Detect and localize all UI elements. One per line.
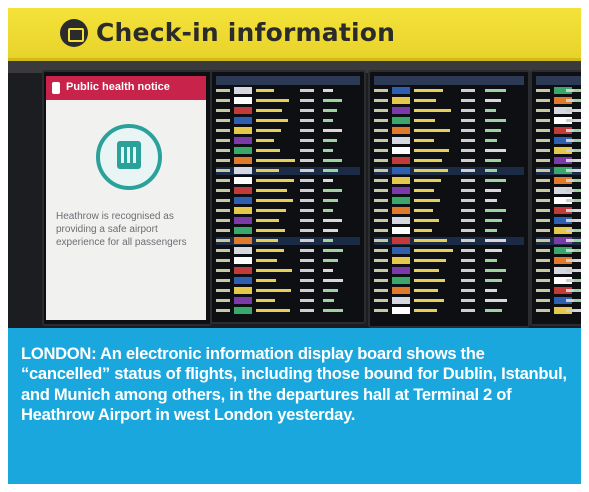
flight-row: [536, 127, 581, 135]
info-icon: [52, 82, 60, 94]
flight-row: [216, 207, 360, 215]
flight-row: [216, 127, 360, 135]
flight-row: [216, 227, 360, 235]
notice-body: Heathrow is recognised as providing a sa…: [56, 211, 187, 248]
flight-row: [536, 217, 581, 225]
flight-row: [216, 117, 360, 125]
caption-text: LONDON: An electronic information displa…: [21, 344, 567, 425]
flight-row: [374, 127, 524, 135]
flight-row: [536, 247, 581, 255]
flight-row: [374, 257, 524, 265]
flight-row: [216, 147, 360, 155]
flight-row: [374, 277, 524, 285]
flight-row: [374, 197, 524, 205]
notice-monitor: Public health notice Heathrow is recogni…: [42, 70, 212, 326]
departures-board-3: [530, 70, 581, 326]
flight-row: [536, 97, 581, 105]
flight-row: [216, 237, 360, 245]
board-rows: [216, 76, 360, 318]
safety-seal-icon: [96, 124, 162, 190]
flight-row: [536, 277, 581, 285]
flight-row: [536, 257, 581, 265]
flight-row: [216, 247, 360, 255]
flight-row: [216, 167, 360, 175]
flight-row: [216, 307, 360, 315]
flight-row: [216, 137, 360, 145]
flight-row: [374, 87, 524, 95]
flight-row: [374, 177, 524, 185]
board-rows: [536, 76, 581, 320]
flight-row: [536, 167, 581, 175]
flight-row: [374, 137, 524, 145]
flight-row: [216, 297, 360, 305]
flight-row: [536, 87, 581, 95]
flight-row: [536, 137, 581, 145]
flight-row: [374, 167, 524, 175]
flight-row: [536, 237, 581, 245]
flight-row: [216, 217, 360, 225]
photo-caption: LONDON: An electronic information displa…: [8, 328, 581, 484]
flight-row: [216, 97, 360, 105]
flight-row: [216, 197, 360, 205]
flight-row: [216, 287, 360, 295]
flight-row: [536, 107, 581, 115]
flight-row: [374, 157, 524, 165]
flight-row: [374, 147, 524, 155]
board-rows: [374, 76, 524, 322]
flight-row: [374, 217, 524, 225]
flight-row: [536, 187, 581, 195]
flight-row: [374, 207, 524, 215]
airplane-ticket-icon: [60, 19, 88, 47]
flight-row: [216, 177, 360, 185]
notice-header: Public health notice: [46, 76, 206, 100]
flight-row: [536, 287, 581, 295]
flight-row: [374, 247, 524, 255]
flight-row: [374, 237, 524, 245]
sign-title: Check-in information: [96, 18, 396, 47]
flight-row: [374, 107, 524, 115]
departures-board-2: [368, 70, 530, 328]
flight-row: [536, 227, 581, 235]
flight-row: [216, 187, 360, 195]
flight-row: [216, 157, 360, 165]
flight-row: [536, 147, 581, 155]
check-in-sign: Check-in information: [8, 8, 581, 61]
flight-row: [216, 257, 360, 265]
flight-row: [374, 97, 524, 105]
airport-photo: Check-in information Public health notic…: [8, 8, 581, 328]
flight-row: [536, 157, 581, 165]
public-health-notice: Public health notice Heathrow is recogni…: [46, 76, 206, 320]
flight-row: [536, 267, 581, 275]
flight-row: [536, 197, 581, 205]
flight-row: [536, 307, 581, 315]
flight-row: [374, 287, 524, 295]
flight-row: [536, 177, 581, 185]
flight-row: [536, 207, 581, 215]
board-header: [216, 76, 360, 85]
flight-row: [374, 117, 524, 125]
departures-board-1: [210, 70, 366, 324]
flight-row: [374, 307, 524, 315]
flight-row: [374, 267, 524, 275]
flight-row: [374, 227, 524, 235]
flight-row: [536, 117, 581, 125]
flight-row: [216, 267, 360, 275]
flight-row: [374, 297, 524, 305]
flight-row: [216, 107, 360, 115]
flight-row: [216, 87, 360, 95]
flight-row: [216, 277, 360, 285]
notice-title: Public health notice: [66, 81, 170, 93]
board-header: [536, 76, 581, 85]
board-header: [374, 76, 524, 85]
flight-row: [536, 297, 581, 305]
flight-row: [374, 187, 524, 195]
